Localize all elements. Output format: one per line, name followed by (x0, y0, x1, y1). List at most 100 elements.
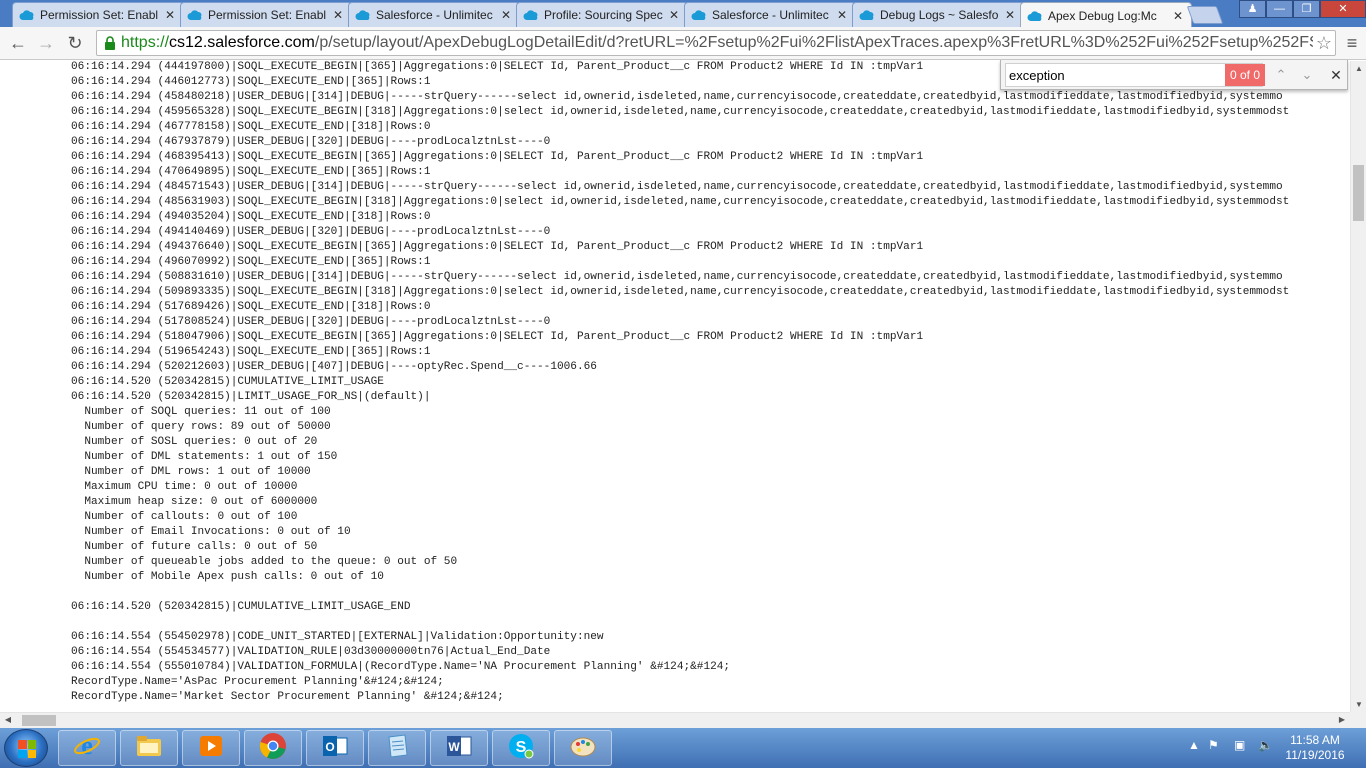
browser-tab[interactable]: Profile: Sourcing Spec ✕ (516, 2, 688, 27)
horizontal-scroll-thumb[interactable] (22, 715, 56, 726)
browser-tab[interactable]: Salesforce - Unlimitec ✕ (684, 2, 856, 27)
find-close-icon[interactable]: ✕ (1327, 65, 1345, 85)
window-controls: ♟ — ❐ ✕ (1239, 0, 1366, 18)
tab-close-icon[interactable]: ✕ (499, 8, 513, 22)
browser-tab[interactable]: Apex Debug Log:Mc ✕ (1020, 2, 1192, 28)
browser-tab-title: Salesforce - Unlimitec (376, 8, 493, 22)
browser-tab[interactable]: Debug Logs ~ Salesfo ✕ (852, 2, 1024, 27)
log-line: 06:16:14.294 (494035204)|SOQL_EXECUTE_EN… (71, 211, 431, 223)
find-previous-icon[interactable]: ⌃ (1269, 64, 1293, 86)
notepad-icon (383, 732, 411, 765)
taskbar-app-button[interactable]: W (430, 730, 488, 766)
taskbar-app-button[interactable]: O (306, 730, 364, 766)
debug-log-content: 06:16:14.294 (444197800)|SOQL_EXECUTE_BE… (0, 61, 1350, 712)
paint-icon (569, 732, 597, 765)
taskbar-app-button[interactable] (120, 730, 178, 766)
chrome-icon (259, 732, 287, 765)
forward-icon[interactable]: → (34, 32, 58, 56)
scroll-down-icon[interactable]: ▼ (1351, 700, 1366, 709)
network-icon[interactable]: ▣ (1234, 738, 1245, 752)
log-line: 06:16:14.554 (554534577)|VALIDATION_RULE… (71, 646, 551, 658)
log-line: Maximum CPU time: 0 out of 10000 (71, 481, 298, 493)
internet-explorer-icon: e (73, 731, 101, 765)
log-line: Number of callouts: 0 out of 100 (71, 511, 298, 523)
taskbar-app-button[interactable]: S (492, 730, 550, 766)
log-line: Number of DML statements: 1 out of 150 (71, 451, 338, 463)
log-line: Number of query rows: 89 out of 50000 (71, 421, 331, 433)
browser-tab-title: Permission Set: Enabl (40, 8, 159, 22)
new-tab-button[interactable] (1186, 6, 1224, 24)
taskbar-app-button[interactable]: e (58, 730, 116, 766)
salesforce-cloud-icon (1027, 8, 1043, 24)
log-line: 06:16:14.520 (520342815)|CUMULATIVE_LIMI… (71, 376, 384, 388)
bookmark-star-icon[interactable]: ☆ (1313, 33, 1335, 54)
salesforce-cloud-icon (523, 7, 539, 23)
log-line: Number of SOQL queries: 11 out of 100 (71, 406, 331, 418)
system-clock[interactable]: 11:58 AM 11/19/2016 (1280, 733, 1350, 763)
maximize-button[interactable]: ❐ (1293, 0, 1320, 18)
log-line: 06:16:14.520 (520342815)|LIMIT_USAGE_FOR… (71, 391, 431, 403)
salesforce-cloud-icon (19, 7, 35, 23)
scroll-up-icon[interactable]: ▲ (1351, 64, 1366, 73)
browser-tab[interactable]: Permission Set: Enabl ✕ (12, 2, 184, 27)
log-line: 06:16:14.294 (470649895)|SOQL_EXECUTE_EN… (71, 166, 431, 178)
log-line: 06:16:14.294 (517808524)|USER_DEBUG|[320… (71, 316, 551, 328)
vertical-scrollbar[interactable]: ▲ ▼ (1350, 61, 1366, 712)
tab-close-icon[interactable]: ✕ (1003, 8, 1017, 22)
tab-close-icon[interactable]: ✕ (1171, 9, 1185, 23)
log-line: Number of Mobile Apex push calls: 0 out … (71, 571, 384, 583)
log-line: 06:16:14.294 (484571543)|USER_DEBUG|[314… (71, 181, 1283, 193)
tab-close-icon[interactable]: ✕ (331, 8, 345, 22)
scroll-left-icon[interactable]: ◀ (0, 715, 16, 724)
salesforce-cloud-icon (691, 7, 707, 23)
taskbar-app-button[interactable] (368, 730, 426, 766)
svg-text:O: O (325, 740, 334, 754)
tab-close-icon[interactable]: ✕ (163, 8, 177, 22)
debug-log-text: 06:16:14.294 (444197800)|SOQL_EXECUTE_BE… (71, 61, 1289, 705)
salesforce-cloud-icon (859, 7, 875, 23)
log-line: Number of DML rows: 1 out of 10000 (71, 466, 311, 478)
reload-icon[interactable]: ↻ (63, 32, 87, 56)
tab-close-icon[interactable]: ✕ (667, 8, 681, 22)
address-bar[interactable]: https://cs12.salesforce.com/p/setup/layo… (96, 30, 1336, 56)
action-center-flag-icon[interactable]: ⚑ (1208, 738, 1219, 752)
browser-tab[interactable]: Permission Set: Enabl ✕ (180, 2, 352, 27)
vertical-scroll-thumb[interactable] (1353, 165, 1364, 221)
volume-icon[interactable]: 🔈 (1258, 738, 1273, 752)
log-line: 06:16:14.294 (458480218)|USER_DEBUG|[314… (71, 91, 1283, 103)
log-line: Number of SOSL queries: 0 out of 20 (71, 436, 318, 448)
clock-date: 11/19/2016 (1285, 748, 1345, 762)
find-bar: 0 of 0 ⌃ ⌄ ✕ (1000, 60, 1348, 90)
tab-close-icon[interactable]: ✕ (835, 8, 849, 22)
horizontal-scrollbar[interactable]: ◀ ▶ (0, 712, 1350, 728)
close-window-button[interactable]: ✕ (1320, 0, 1366, 18)
svg-text:e: e (81, 732, 93, 760)
minimize-button[interactable]: — (1266, 0, 1293, 18)
scroll-right-icon[interactable]: ▶ (1334, 715, 1350, 724)
log-line: RecordType.Name='Market Sector Procureme… (71, 691, 504, 703)
browser-tab-title: Permission Set: Enabl (208, 8, 327, 22)
taskbar-app-button[interactable] (554, 730, 612, 766)
find-match-count: 0 of 0 (1225, 64, 1265, 86)
chrome-menu-icon[interactable]: ≡ (1344, 34, 1360, 52)
back-icon[interactable]: ← (6, 32, 30, 56)
log-line: 06:16:14.294 (520212603)|USER_DEBUG|[407… (71, 361, 597, 373)
start-button[interactable] (4, 729, 48, 767)
browser-tab-title: Debug Logs ~ Salesfo (880, 8, 999, 22)
log-line: Number of future calls: 0 out of 50 (71, 541, 318, 553)
salesforce-cloud-icon (187, 7, 203, 23)
windows-logo-icon (18, 740, 36, 758)
windows-taskbar: e O W S ▲ ⚑ ▣ 🔈 11:58 AM 11/19/2016 (0, 728, 1366, 768)
browser-tab-title: Salesforce - Unlimitec (712, 8, 829, 22)
log-line: 06:16:14.294 (508831610)|USER_DEBUG|[314… (71, 271, 1283, 283)
log-line: Number of queueable jobs added to the qu… (71, 556, 458, 568)
log-line: 06:16:14.294 (494376640)|SOQL_EXECUTE_BE… (71, 241, 924, 253)
show-hidden-icons[interactable]: ▲ (1188, 738, 1200, 752)
log-line: 06:16:14.294 (509893335)|SOQL_EXECUTE_BE… (71, 286, 1290, 298)
log-line: 06:16:14.294 (518047906)|SOQL_EXECUTE_BE… (71, 331, 924, 343)
taskbar-app-button[interactable] (182, 730, 240, 766)
browser-tab[interactable]: Salesforce - Unlimitec ✕ (348, 2, 520, 27)
user-icon[interactable]: ♟ (1239, 0, 1266, 18)
taskbar-app-button[interactable] (244, 730, 302, 766)
find-next-icon[interactable]: ⌄ (1295, 64, 1319, 86)
